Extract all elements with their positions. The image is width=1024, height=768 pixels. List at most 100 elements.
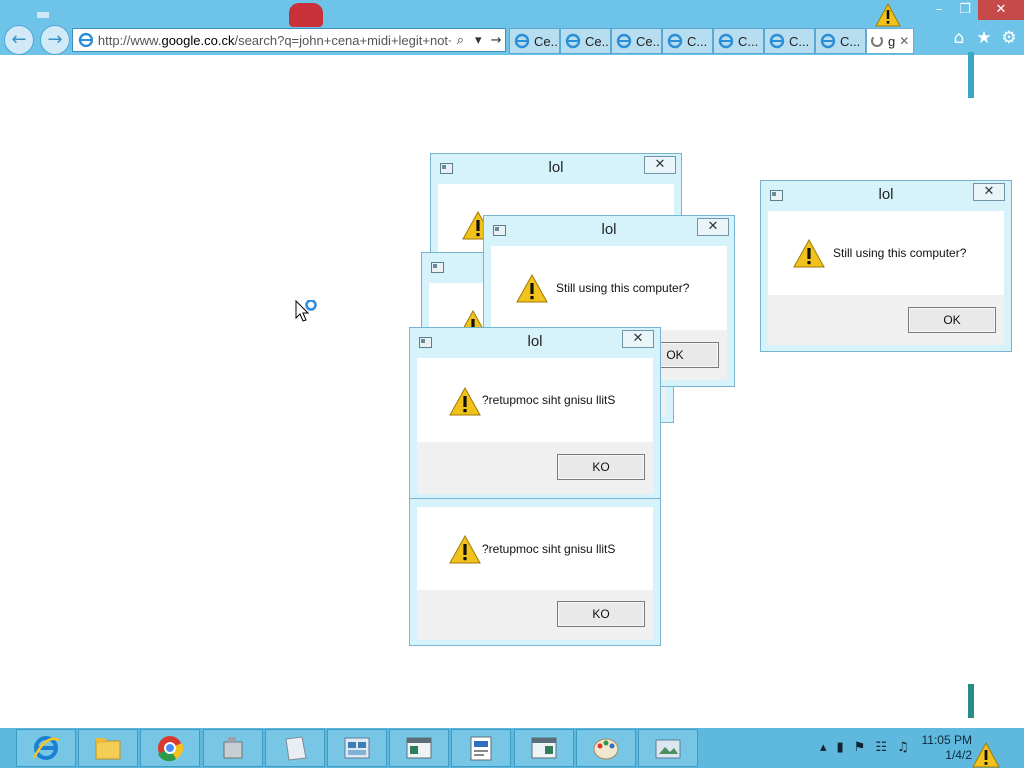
ko-button[interactable]: KO xyxy=(557,601,645,627)
tab-label: C... xyxy=(840,33,861,49)
tray-icons: ▴ ▮ ⚑ ☷ ♫ xyxy=(820,740,909,755)
close-icon[interactable]: ✕ xyxy=(644,156,676,174)
device-manager-icon xyxy=(223,737,243,759)
dialog-titlebar[interactable]: lol ✕ xyxy=(484,216,734,244)
browser-tab[interactable]: C... xyxy=(713,28,764,54)
taskbar-button-file-explorer[interactable] xyxy=(78,729,139,767)
browser-tab[interactable]: C... xyxy=(815,28,866,54)
ie-tab-icon xyxy=(514,33,530,49)
ok-button[interactable]: OK xyxy=(908,307,996,333)
window-app-2-icon xyxy=(531,737,557,759)
dialog-message: ?retupmoc siht gnisu llitS xyxy=(482,542,616,556)
volume-icon[interactable]: ♫ xyxy=(897,740,909,755)
network-icon[interactable]: ☷ xyxy=(875,740,887,755)
ie-tab-icon xyxy=(769,33,785,49)
chrome-icon xyxy=(158,736,184,762)
window-app-icon xyxy=(406,737,432,759)
busy-cursor-icon xyxy=(295,300,317,322)
warning-icon xyxy=(793,239,825,268)
app-window-icon xyxy=(431,262,444,273)
active-tab[interactable]: g ✕ xyxy=(866,28,914,54)
dialog-message: ?retupmoc siht gnisu llitS xyxy=(482,393,616,407)
address-url[interactable]: http://www.google.co.ck/search?q=john+ce… xyxy=(98,33,452,48)
browser-tab[interactable]: Ce... xyxy=(611,28,662,54)
close-icon[interactable]: ✕ xyxy=(973,183,1005,201)
taskbar-button-chrome[interactable] xyxy=(140,729,201,767)
dialog-footer: KO xyxy=(417,442,653,494)
taskbar-button-control-panel[interactable] xyxy=(327,729,387,767)
window-close-button[interactable]: ✕ xyxy=(978,0,1024,20)
dialog-titlebar[interactable]: lol ✕ xyxy=(431,154,681,182)
tab-label: Ce... xyxy=(534,33,560,49)
app-thumbnail-icon xyxy=(289,3,323,27)
ie-tab-icon xyxy=(616,33,632,49)
ie-tab-icon xyxy=(565,33,581,49)
warning-icon xyxy=(449,387,481,416)
tab-label: C... xyxy=(738,33,759,49)
address-bar[interactable]: http://www.google.co.ck/search?q=john+ce… xyxy=(72,28,506,52)
paper-icon xyxy=(285,736,307,761)
go-arrow-icon[interactable]: → xyxy=(487,33,505,48)
search-icon[interactable]: ⌕ xyxy=(451,33,469,48)
mini-window-icon xyxy=(37,12,49,18)
star-icon[interactable]: ★ xyxy=(975,29,993,47)
warning-icon xyxy=(516,274,548,303)
scroll-marker-bottom xyxy=(968,684,974,718)
restore-button[interactable]: ❐ xyxy=(952,0,978,20)
dialog-message: Still using this computer? xyxy=(556,281,690,295)
flag-icon[interactable]: ⚑ xyxy=(854,740,866,755)
loading-spinner-icon xyxy=(871,35,883,47)
wordpad-icon xyxy=(470,736,492,761)
ie-page-icon xyxy=(78,32,94,48)
clock[interactable]: 11:05 PM 1/4/2 xyxy=(922,733,972,763)
ie-tab-icon xyxy=(667,33,683,49)
tab-label: g xyxy=(888,33,896,49)
dialog-body: Still using this computer? xyxy=(768,211,1004,295)
browser-tab[interactable]: Ce... xyxy=(560,28,611,54)
dialog-body: ?retupmoc siht gnisu llitS xyxy=(417,507,653,590)
toolbar-icons: ⌂ ★ ⚙ xyxy=(950,29,1018,47)
taskbar: ▴ ▮ ⚑ ☷ ♫ 11:05 PM 1/4/2 xyxy=(0,728,1024,768)
system-tray: ▴ ▮ ⚑ ☷ ♫ 11:05 PM 1/4/2 xyxy=(814,728,1024,768)
window-controls: – ❐ ✕ xyxy=(926,0,1024,20)
ie-tab-icon xyxy=(820,33,836,49)
taskbar-button-paint[interactable] xyxy=(575,729,636,767)
clock-time: 11:05 PM xyxy=(921,733,972,747)
scroll-marker-top xyxy=(968,52,974,98)
dialog-body: ?retupmoc siht gnisu llitS xyxy=(417,358,653,442)
dialog-footer: KO xyxy=(417,590,653,640)
close-icon[interactable]: ✕ xyxy=(622,330,654,348)
browser-tab[interactable]: C... xyxy=(764,28,815,54)
taskbar-button-window-app[interactable] xyxy=(389,729,450,767)
taskbar-button-paper[interactable] xyxy=(264,729,325,767)
home-icon[interactable]: ⌂ xyxy=(950,29,968,47)
dialog-lol-5: ?retupmoc siht gnisu llitS KO xyxy=(409,498,661,646)
dialog-titlebar[interactable]: lol ✕ xyxy=(761,181,1011,209)
ko-button[interactable]: KO xyxy=(557,454,645,480)
tab-label: Ce... xyxy=(636,33,662,49)
dialog-footer: OK xyxy=(768,295,1004,345)
tab-label: Ce... xyxy=(585,33,611,49)
dialog-lol-6: lol ✕ Still using this computer? OK xyxy=(760,180,1012,352)
close-icon[interactable]: ✕ xyxy=(899,34,909,48)
minimize-button[interactable]: – xyxy=(926,0,952,20)
dialog-titlebar[interactable]: lol ✕ xyxy=(410,328,660,356)
chevron-up-icon[interactable]: ▴ xyxy=(820,740,827,755)
tab-strip: Ce... Ce... Ce... C... C... C... C... g ✕ xyxy=(509,28,914,54)
close-icon[interactable]: ✕ xyxy=(697,218,729,236)
control-panel-icon xyxy=(344,737,370,759)
taskbar-button-screenshot[interactable] xyxy=(638,729,698,767)
browser-tab[interactable]: Ce... xyxy=(509,28,560,54)
tablet-icon[interactable]: ▮ xyxy=(837,740,844,755)
forward-button[interactable]: → xyxy=(40,25,70,55)
tab-label: C... xyxy=(789,33,810,49)
taskbar-button-window-app-2[interactable] xyxy=(513,729,574,767)
taskbar-button-wordpad[interactable] xyxy=(451,729,512,767)
back-button[interactable]: ← xyxy=(4,25,34,55)
file-explorer-icon xyxy=(95,738,121,760)
dropdown-icon[interactable]: ▾ xyxy=(469,33,487,48)
browser-tab[interactable]: C... xyxy=(662,28,713,54)
taskbar-button-internet-explorer[interactable] xyxy=(16,729,76,767)
taskbar-button-device-manager[interactable] xyxy=(202,729,263,767)
gear-icon[interactable]: ⚙ xyxy=(1000,29,1018,47)
